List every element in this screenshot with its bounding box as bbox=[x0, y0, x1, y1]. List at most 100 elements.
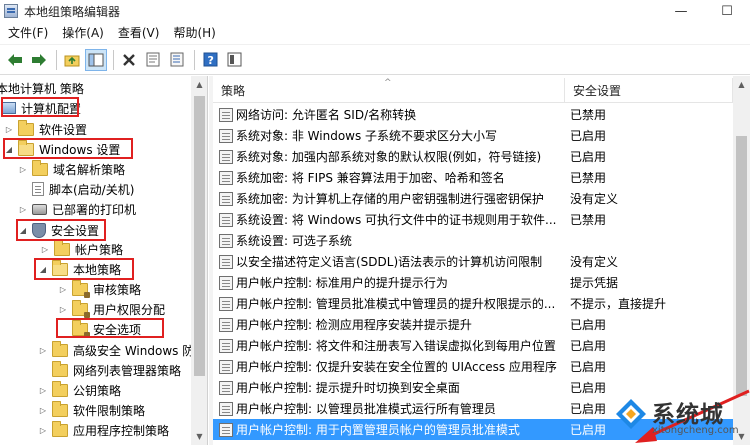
policy-setting: 已启用 bbox=[570, 318, 607, 332]
tree-item-advanced-firewall[interactable]: ▷ 高级安全 Windows 防 bbox=[38, 340, 194, 360]
expand-arrow-icon[interactable]: ▷ bbox=[58, 305, 68, 314]
expand-arrow-icon[interactable]: ▷ bbox=[18, 205, 28, 214]
help-icon: ? bbox=[203, 52, 217, 67]
back-button[interactable] bbox=[4, 49, 26, 71]
watermark-brand: 系统城 bbox=[652, 402, 724, 428]
policy-name: 以安全描述符定义语言(SDDL)语法表示的计算机访问限制 bbox=[236, 255, 543, 269]
expand-arrow-icon[interactable]: ▷ bbox=[58, 285, 68, 294]
tree-item-network-list[interactable]: 网络列表管理器策略 bbox=[38, 360, 181, 380]
forward-arrow-icon bbox=[32, 53, 46, 66]
policy-name: 系统加密: 将 FIPS 兼容算法用于加密、哈希和签名 bbox=[236, 171, 505, 185]
scroll-thumb[interactable] bbox=[736, 136, 747, 396]
list-item[interactable]: 以安全描述符定义语言(SDDL)语法表示的计算机访问限制 没有定义 bbox=[213, 251, 750, 272]
watermark: 系统城 xitongcheng.com bbox=[608, 393, 750, 445]
help-button[interactable]: ? bbox=[199, 49, 221, 71]
column-header-policy[interactable]: 策略 ^ bbox=[213, 78, 565, 102]
menu-file[interactable]: 文件(F) bbox=[0, 22, 54, 45]
expand-arrow-icon[interactable]: ▷ bbox=[38, 406, 48, 415]
tree-item-label: 网络列表管理器策略 bbox=[73, 363, 182, 378]
policy-setting: 没有定义 bbox=[570, 192, 619, 206]
printer-icon bbox=[32, 203, 47, 215]
svg-text:?: ? bbox=[207, 54, 213, 67]
policy-setting: 已启用 bbox=[570, 150, 607, 164]
policy-icon bbox=[219, 380, 233, 395]
tree-item-printers[interactable]: ▷ 已部署的打印机 bbox=[18, 199, 136, 219]
back-arrow-icon bbox=[8, 53, 22, 66]
list-scrollbar[interactable]: ▲ ▼ bbox=[733, 76, 750, 445]
tree-item-account-policies[interactable]: ▷ 帐户策略 bbox=[40, 239, 123, 259]
policy-name: 用户帐户控制: 检测应用程序安装并提示提升 bbox=[236, 318, 472, 332]
policy-tree: 本地计算机 策略 计算机配置 ▷ 软件设置 ◢ Windows 设置 ▷ 域名解… bbox=[0, 76, 208, 445]
expand-arrow-icon[interactable]: ▷ bbox=[38, 346, 48, 355]
tree-scrollbar[interactable]: ▲ ▼ bbox=[191, 76, 207, 445]
list-item[interactable]: 用户帐户控制: 仅提升安装在安全位置的 UIAccess 应用程序 已启用 bbox=[213, 356, 750, 377]
list-item[interactable]: 用户帐户控制: 标准用户的提升提示行为 提示凭据 bbox=[213, 272, 750, 293]
policy-setting: 已禁用 bbox=[570, 171, 607, 185]
list-item[interactable]: 系统对象: 非 Windows 子系统不要求区分大小写 已启用 bbox=[213, 125, 750, 146]
export-list-icon bbox=[170, 52, 183, 67]
tree-item-app-control[interactable]: ▷ 应用程序控制策略 bbox=[38, 420, 169, 440]
list-item[interactable]: 网络访问: 允许匿名 SID/名称转换 已禁用 bbox=[213, 104, 750, 125]
highlight-box bbox=[16, 219, 106, 241]
tree-item-public-key[interactable]: ▷ 公钥策略 bbox=[38, 380, 121, 400]
policy-icon bbox=[219, 422, 233, 437]
delete-x-icon bbox=[123, 53, 135, 66]
policy-icon bbox=[219, 254, 233, 269]
list-item[interactable]: 用户帐户控制: 检测应用程序安装并提示提升 已启用 bbox=[213, 314, 750, 335]
policy-name: 用户帐户控制: 标准用户的提升提示行为 bbox=[236, 276, 448, 290]
list-item[interactable]: 系统加密: 将 FIPS 兼容算法用于加密、哈希和签名 已禁用 bbox=[213, 167, 750, 188]
policy-name: 系统加密: 为计算机上存储的用户密钥强制进行强密钥保护 bbox=[236, 192, 544, 206]
policy-icon bbox=[219, 317, 233, 332]
list-item[interactable]: 系统设置: 可选子系统 bbox=[213, 230, 750, 251]
menu-action[interactable]: 操作(A) bbox=[54, 22, 110, 45]
tree-item-software-settings[interactable]: ▷ 软件设置 bbox=[4, 119, 87, 139]
column-header-setting[interactable]: 安全设置 bbox=[565, 78, 733, 102]
title-bar: 本地组策略编辑器 — ☐ bbox=[0, 0, 750, 22]
menu-help[interactable]: 帮助(H) bbox=[165, 22, 221, 45]
highlight-box bbox=[1, 97, 79, 117]
policy-icon bbox=[219, 296, 233, 311]
policy-setting: 已启用 bbox=[570, 423, 607, 437]
tree-item-name-resolution[interactable]: ▷ 域名解析策略 bbox=[18, 159, 125, 179]
scroll-thumb[interactable] bbox=[194, 96, 205, 376]
policy-name: 用户帐户控制: 仅提升安装在安全位置的 UIAccess 应用程序 bbox=[236, 360, 557, 374]
policy-setting: 已启用 bbox=[570, 381, 607, 395]
expand-arrow-icon[interactable]: ▷ bbox=[40, 245, 50, 254]
tree-root[interactable]: 本地计算机 策略 bbox=[0, 80, 186, 98]
menu-view[interactable]: 查看(V) bbox=[110, 22, 166, 45]
list-item[interactable]: 系统设置: 将 Windows 可执行文件中的证书规则用于软件... 已禁用 bbox=[213, 209, 750, 230]
tree-item-audit-policy[interactable]: ▷ 审核策略 bbox=[58, 279, 141, 299]
list-item[interactable]: 用户帐户控制: 管理员批准模式中管理员的提升权限提示的... 不提示，直接提升 bbox=[213, 293, 750, 314]
list-item[interactable]: 系统对象: 加强内部系统对象的默认权限(例如，符号链接) 已启用 bbox=[213, 146, 750, 167]
scroll-up-icon[interactable]: ▲ bbox=[733, 76, 750, 93]
scroll-up-icon[interactable]: ▲ bbox=[191, 76, 207, 93]
properties-button[interactable] bbox=[142, 49, 164, 71]
policy-icon bbox=[219, 233, 233, 248]
tree-item-user-rights[interactable]: ▷ 用户权限分配 bbox=[58, 299, 165, 319]
policy-icon bbox=[219, 128, 233, 143]
scroll-down-icon[interactable]: ▼ bbox=[191, 428, 207, 445]
folder-icon bbox=[32, 159, 48, 176]
properties-icon bbox=[146, 52, 160, 67]
policy-icon bbox=[219, 275, 233, 290]
show-tree-button[interactable] bbox=[85, 48, 107, 71]
tree-item-scripts[interactable]: 脚本(启动/关机) bbox=[18, 179, 134, 199]
minimize-button[interactable]: — bbox=[658, 0, 704, 22]
up-folder-button[interactable] bbox=[61, 49, 83, 71]
expand-arrow-icon[interactable]: ▷ bbox=[4, 125, 14, 134]
policy-setting: 已禁用 bbox=[570, 213, 607, 227]
maximize-button[interactable]: ☐ bbox=[704, 0, 750, 22]
expand-arrow-icon[interactable]: ▷ bbox=[18, 165, 28, 174]
delete-button[interactable] bbox=[118, 49, 140, 71]
tree-item-label: 已部署的打印机 bbox=[52, 202, 137, 217]
forward-button[interactable] bbox=[28, 49, 50, 71]
list-item[interactable]: 系统加密: 为计算机上存储的用户密钥强制进行强密钥保护 没有定义 bbox=[213, 188, 750, 209]
export-list-button[interactable] bbox=[166, 49, 188, 71]
expand-arrow-icon[interactable]: ▷ bbox=[38, 426, 48, 435]
sort-ascending-icon: ^ bbox=[384, 78, 392, 88]
view-toggle-button[interactable] bbox=[223, 49, 245, 71]
expand-arrow-icon[interactable]: ▷ bbox=[38, 386, 48, 395]
tree-item-software-restriction[interactable]: ▷ 软件限制策略 bbox=[38, 400, 145, 420]
policy-icon bbox=[219, 149, 233, 164]
list-item[interactable]: 用户帐户控制: 将文件和注册表写入错误虚拟化到每用户位置 已启用 bbox=[213, 335, 750, 356]
